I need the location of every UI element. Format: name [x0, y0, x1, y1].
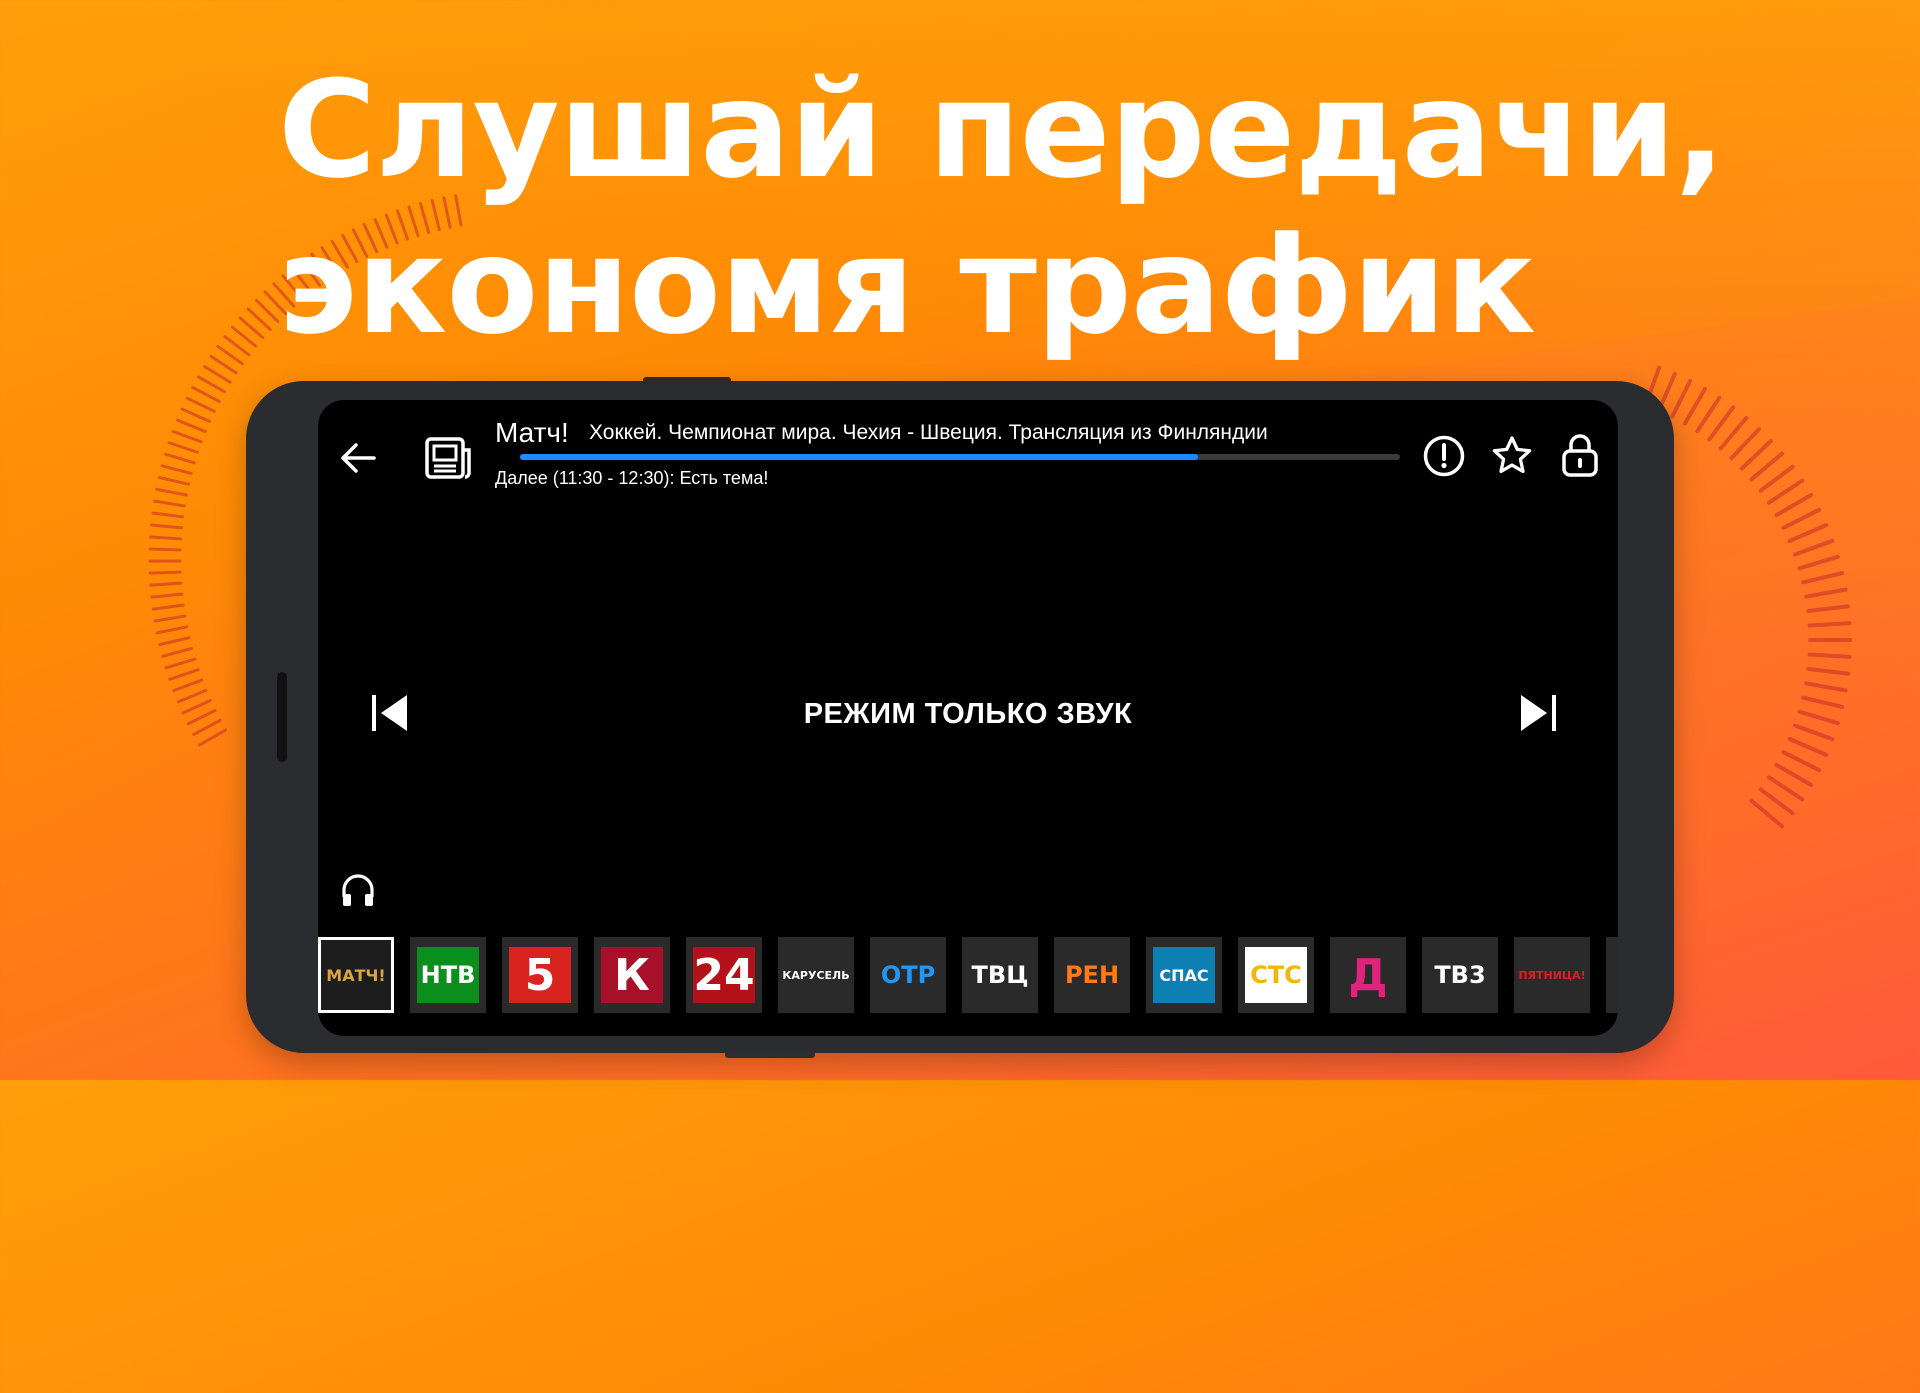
channel-logo-label: СТС — [1245, 947, 1307, 1003]
channel-logo-label: РЕН — [1065, 961, 1119, 989]
channel-logo[interactable]: 24 — [686, 937, 762, 1013]
channel-logo[interactable]: К — [594, 937, 670, 1013]
phone-speaker — [277, 672, 287, 762]
channel-logo[interactable]: ТВЦ — [962, 937, 1038, 1013]
player-screen: Матч! Хоккей. Чемпионат мира. Чехия - Шв… — [318, 400, 1618, 1036]
channel-logo-label: ОТР — [881, 961, 935, 989]
channel-logo-label: ТВЦ — [972, 961, 1029, 989]
channel-logo[interactable]: НТВ — [410, 937, 486, 1013]
channel-logo[interactable]: МАТЧ! — [318, 937, 394, 1013]
headline-line-1: Слушай передачи, — [278, 52, 1725, 208]
headline: Слушай передачи, экономя трафик — [278, 52, 1725, 364]
arrow-left-icon[interactable] — [338, 438, 378, 478]
channel-logo-label: Д — [1348, 950, 1387, 1001]
next-program: Далее (11:30 - 12:30): Есть тема! — [495, 468, 768, 489]
newspaper-icon[interactable] — [424, 434, 472, 482]
channel-logo[interactable]: КАРУСЕЛЬ — [778, 937, 854, 1013]
channel-logo[interactable]: ОТР — [870, 937, 946, 1013]
program-title: Хоккей. Чемпионат мира. Чехия - Швеция. … — [589, 421, 1268, 445]
exclamation-circle-icon[interactable] — [1422, 434, 1466, 478]
program-progress-bar — [520, 454, 1400, 460]
channel-logo[interactable]: 5 — [502, 937, 578, 1013]
lock-icon[interactable] — [1558, 432, 1602, 478]
channel-logo[interactable]: ПЯТНИЦА! — [1514, 937, 1590, 1013]
channel-logo[interactable]: СПАС — [1146, 937, 1222, 1013]
channel-logo[interactable]: СТС — [1238, 937, 1314, 1013]
phone-volume-button — [725, 1050, 815, 1058]
channel-name: Матч! — [495, 417, 569, 449]
program-progress-fill — [520, 454, 1198, 460]
channel-logo-label: МАТЧ! — [326, 966, 385, 985]
channel-logo[interactable]: Д — [1330, 937, 1406, 1013]
channel-logo-label: КАРУСЕЛЬ — [782, 969, 849, 982]
headphones-icon[interactable] — [340, 873, 376, 909]
headline-line-2: экономя трафик — [278, 208, 1725, 364]
channel-logo-label: К — [601, 947, 663, 1003]
skip-next-icon[interactable] — [1518, 693, 1558, 733]
channel-logo-label: ПЯТНИЦА! — [1518, 969, 1585, 982]
channel-logo-label: НТВ — [417, 947, 479, 1003]
audio-only-mode-label: РЕЖИМ ТОЛЬКО ЗВУК — [318, 698, 1618, 731]
channel-logo[interactable] — [1606, 937, 1618, 1013]
channel-logo-label: 24 — [693, 947, 755, 1003]
star-icon[interactable] — [1490, 434, 1534, 478]
channel-strip: МАТЧ! НТВ 5К 24 КАРУСЕЛЬ ОТР ТВЦ РЕН СПАС СТС Д ТВ3… — [318, 937, 1618, 1015]
channel-logo-label: СПАС — [1153, 947, 1215, 1003]
channel-logo[interactable]: РЕН — [1054, 937, 1130, 1013]
channel-logo[interactable]: ТВ3 — [1422, 937, 1498, 1013]
channel-logo-label: 5 — [509, 947, 571, 1003]
channel-logo-label: ТВ3 — [1434, 961, 1485, 989]
